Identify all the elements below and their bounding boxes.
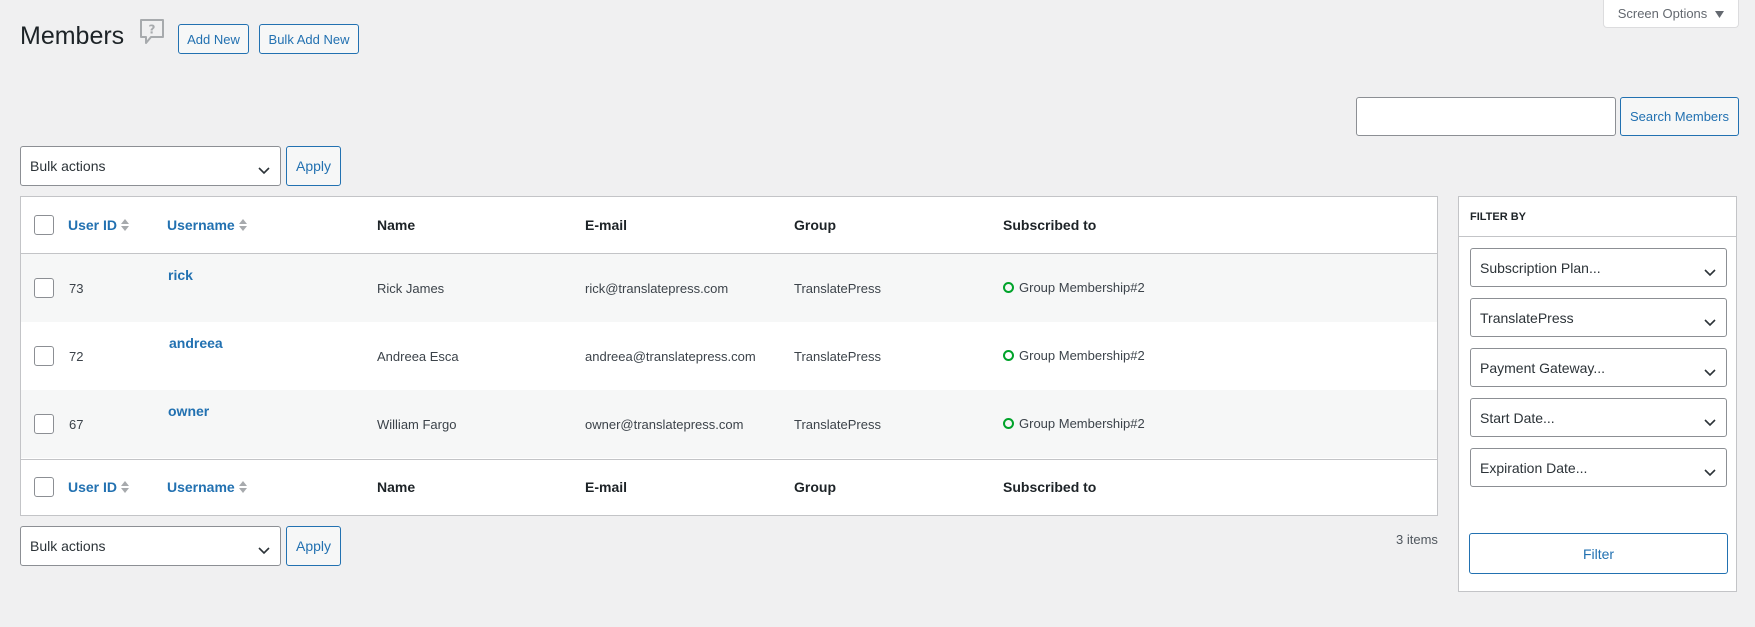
bulk-actions-select-top[interactable]: Bulk actions: [20, 146, 281, 186]
user-id-cell: 67: [69, 417, 84, 432]
chevron-down-icon: [1704, 464, 1716, 476]
sort-arrows-icon: [121, 219, 130, 231]
column-header-username[interactable]: Username: [167, 217, 247, 233]
column-header-name: Name: [377, 217, 416, 233]
group-select[interactable]: TranslatePress: [1470, 298, 1727, 337]
table-row: 67 owner William Fargo owner@translatepr…: [21, 390, 1437, 458]
chevron-down-icon: [1704, 364, 1716, 376]
username-link[interactable]: owner: [168, 403, 209, 419]
row-checkbox[interactable]: [34, 346, 54, 366]
subscription-label: Group Membership#2: [1019, 348, 1145, 363]
column-label: User ID: [68, 217, 118, 233]
start-date-select[interactable]: Start Date...: [1470, 398, 1727, 437]
subscription-link[interactable]: Group Membership#2: [1003, 280, 1145, 295]
page-title: Members: [20, 22, 125, 50]
column-footer-user-id[interactable]: User ID: [68, 479, 130, 495]
sort-arrows-icon: [121, 481, 130, 493]
screen-options-button[interactable]: Screen Options: [1603, 0, 1739, 28]
table-footer-row: User ID Username Name E-mail Group Subsc…: [21, 459, 1437, 516]
apply-button-bottom[interactable]: Apply: [286, 526, 341, 566]
triangle-down-icon: [1715, 6, 1725, 21]
search-members-button[interactable]: Search Members: [1620, 97, 1739, 136]
select-value: Subscription Plan...: [1480, 259, 1601, 276]
row-checkbox[interactable]: [34, 414, 54, 434]
email-cell: owner@translatepress.com: [585, 417, 744, 432]
bulk-actions-value: Bulk actions: [30, 158, 106, 174]
search-input[interactable]: [1356, 97, 1616, 136]
column-footer-email: E-mail: [585, 479, 628, 495]
filter-panel: FILTER BY Subscription Plan... Translate…: [1458, 196, 1737, 592]
user-id-cell: 72: [69, 349, 84, 364]
members-table: User ID Username Name E-mail Group Subsc…: [20, 196, 1438, 516]
column-header-group: Group: [794, 217, 836, 233]
column-footer-subscribed-to: Subscribed to: [1003, 479, 1097, 495]
select-value: Payment Gateway...: [1480, 359, 1606, 376]
name-cell: William Fargo: [377, 417, 457, 432]
help-speech-bubble-icon[interactable]: ?: [139, 18, 165, 46]
active-status-circle-icon: [1003, 350, 1014, 361]
bulk-add-new-button[interactable]: Bulk Add New: [259, 24, 359, 54]
screen-options-label: Screen Options: [1617, 6, 1708, 21]
column-label: Username: [167, 217, 235, 233]
payment-gateway-select[interactable]: Payment Gateway...: [1470, 348, 1727, 387]
subscription-link[interactable]: Group Membership#2: [1003, 416, 1145, 431]
username-link[interactable]: andreea: [169, 335, 223, 351]
subscription-label: Group Membership#2: [1019, 280, 1145, 295]
select-value: TranslatePress: [1480, 309, 1574, 326]
row-checkbox[interactable]: [34, 278, 54, 298]
bulk-actions-value: Bulk actions: [30, 538, 106, 554]
email-cell: andreea@translatepress.com: [585, 349, 756, 364]
column-footer-name: Name: [377, 479, 416, 495]
column-header-user-id[interactable]: User ID: [68, 217, 130, 233]
active-status-circle-icon: [1003, 418, 1014, 429]
filter-button[interactable]: Filter: [1469, 533, 1728, 574]
bulk-actions-select-bottom[interactable]: Bulk actions: [20, 526, 281, 566]
add-new-button[interactable]: Add New: [178, 24, 249, 54]
column-header-subscribed-to: Subscribed to: [1003, 217, 1097, 233]
svg-text:?: ?: [149, 23, 156, 37]
name-cell: Rick James: [377, 281, 445, 296]
filter-title: FILTER BY: [1459, 197, 1736, 237]
table-header-row: User ID Username Name E-mail Group Subsc…: [21, 197, 1437, 254]
chevron-down-icon: [258, 542, 270, 555]
group-link[interactable]: TranslatePress: [794, 281, 881, 296]
column-label: Username: [167, 479, 235, 495]
user-id-cell: 73: [69, 281, 84, 296]
username-link[interactable]: rick: [168, 267, 193, 283]
column-label: User ID: [68, 479, 118, 495]
expiration-date-select[interactable]: Expiration Date...: [1470, 448, 1727, 487]
subscription-label: Group Membership#2: [1019, 416, 1145, 431]
subscription-link[interactable]: Group Membership#2: [1003, 348, 1145, 363]
select-value: Expiration Date...: [1480, 459, 1588, 476]
group-link[interactable]: TranslatePress: [794, 349, 881, 364]
column-footer-group: Group: [794, 479, 836, 495]
select-value: Start Date...: [1480, 409, 1555, 426]
table-row: 72 andreea Andreea Esca andreea@translat…: [21, 322, 1437, 390]
table-row: 73 rick Rick James rick@translatepress.c…: [21, 254, 1437, 322]
apply-button-top[interactable]: Apply: [286, 146, 341, 186]
chevron-down-icon: [1704, 414, 1716, 426]
active-status-circle-icon: [1003, 282, 1014, 293]
select-all-checkbox[interactable]: [34, 215, 54, 235]
subscription-plan-select[interactable]: Subscription Plan...: [1470, 248, 1727, 287]
items-count: 3 items: [1396, 532, 1438, 547]
email-cell: rick@translatepress.com: [585, 281, 729, 296]
column-header-email: E-mail: [585, 217, 628, 233]
sort-arrows-icon: [238, 481, 247, 493]
sort-arrows-icon: [238, 219, 247, 231]
chevron-down-icon: [258, 162, 270, 175]
column-footer-username[interactable]: Username: [167, 479, 247, 495]
group-link[interactable]: TranslatePress: [794, 417, 881, 432]
name-cell: Andreea Esca: [377, 349, 459, 364]
chevron-down-icon: [1704, 314, 1716, 326]
select-all-checkbox-footer[interactable]: [34, 477, 54, 497]
chevron-down-icon: [1704, 264, 1716, 276]
